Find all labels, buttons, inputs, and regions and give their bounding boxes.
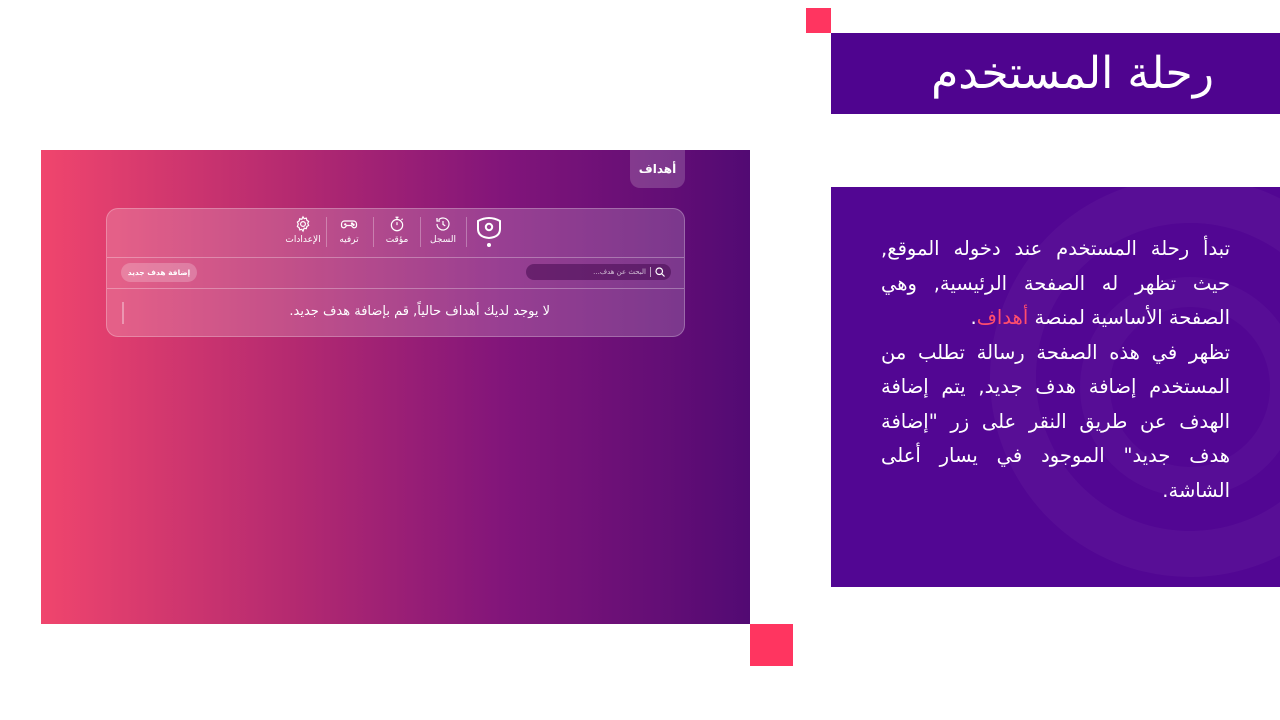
description-text: تبدأ رحلة المستخدم عند دخوله الموقع, حيث… [881,232,1230,508]
gear-icon [296,215,310,233]
history-icon [436,217,450,231]
empty-state: لا يوجد لديك أهداف حالياً, قم بإضافة هدف… [107,288,684,338]
title-banner: رحلة المستخدم [831,33,1280,114]
search-box [526,264,671,280]
brand-highlight: أهداف [976,306,1029,329]
nav-divider [466,217,467,247]
search-divider [650,267,651,277]
nav-label-settings: الإعدادات [285,235,321,245]
nav-item-history[interactable]: السجل [420,215,466,251]
target-home-icon [477,217,501,240]
description-panel: تبدأ رحلة المستخدم عند دخوله الموقع, حيث… [831,187,1280,587]
empty-state-bar [122,302,124,324]
nav-item-timer[interactable]: مؤقت [374,215,420,251]
search-icon[interactable] [654,266,666,278]
empty-state-message: لا يوجد لديك أهداف حالياً, قم بإضافة هدف… [289,304,550,319]
nav-label-history: السجل [430,235,456,245]
nav-label-timer: مؤقت [385,235,409,245]
accent-square-top [806,8,831,33]
search-input[interactable] [532,265,646,279]
stopwatch-icon [390,216,404,232]
nav-label-entertainment: ترفيه [339,235,359,245]
nav-item-settings[interactable]: الإعدادات [280,215,326,251]
nav-bar: الإعدادات ترفيه مؤقت السجل [107,209,684,258]
app-screenshot: أهداف الإعدادات ترفيه مؤقت السجل إضافة ه… [41,150,750,624]
gamepad-icon [340,220,358,229]
add-goal-button[interactable]: إضافة هدف جديد [121,263,197,282]
description-part-2: تظهر في هذه الصفحة رسالة تطلب من المستخد… [881,340,1230,502]
slide-title: رحلة المستخدم [931,48,1214,99]
accent-square-bottom [750,624,793,666]
goals-panel: الإعدادات ترفيه مؤقت السجل إضافة هدف جدي… [106,208,685,337]
description-part-1: تبدأ رحلة المستخدم عند دخوله الموقع, حيث… [881,237,1230,329]
nav-item-entertainment[interactable]: ترفيه [326,215,372,251]
brand-tab[interactable]: أهداف [630,150,685,188]
toolbar: إضافة هدف جديد [107,257,684,289]
nav-item-home[interactable] [476,215,502,249]
active-indicator [487,243,491,247]
